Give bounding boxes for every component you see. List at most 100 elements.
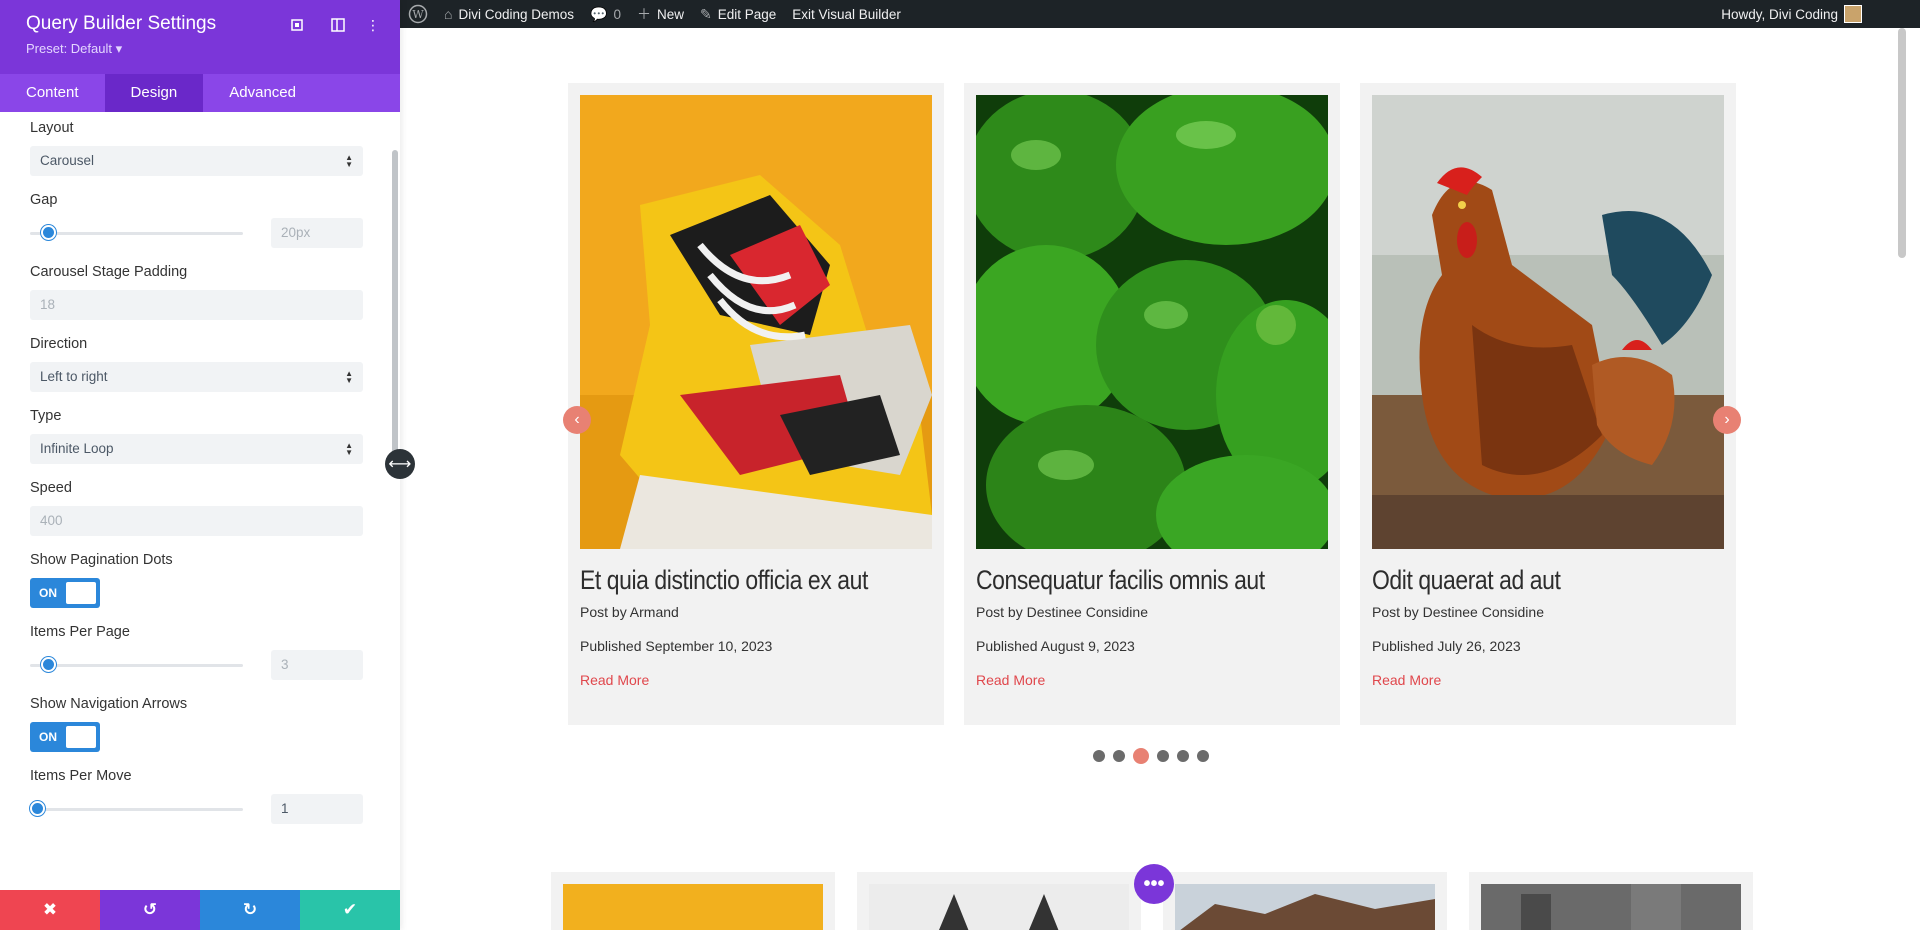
account-menu[interactable]: Howdy, Divi Coding (1713, 0, 1870, 28)
gap-input[interactable]: 20px (271, 218, 363, 248)
preset-dropdown[interactable]: Preset: Default ▾ (26, 41, 374, 57)
pagination-dots-toggle[interactable]: ON (30, 578, 100, 608)
post-card: Consequatur facilis omnis aut Post by De… (964, 83, 1340, 725)
pagination-dot-active[interactable] (1133, 748, 1149, 764)
speed-label: Speed (30, 480, 72, 496)
grid-card (857, 872, 1141, 930)
stage-padding-input[interactable]: 18 (30, 290, 363, 320)
layout-select-value: Carousel (40, 153, 95, 168)
gap-range: 20px (30, 218, 363, 248)
pencil-icon: ✎ (699, 5, 712, 22)
svg-text:W: W (412, 8, 424, 21)
post-title[interactable]: Consequatur facilis omnis aut (976, 565, 1265, 596)
pagination-dot[interactable] (1157, 750, 1169, 762)
nav-arrows-label: Show Navigation Arrows (30, 696, 188, 712)
gap-slider-track[interactable] (30, 232, 243, 235)
avatar (1844, 5, 1862, 23)
tab-content[interactable]: Content (0, 74, 105, 112)
type-select[interactable]: Infinite Loop ▲ ▼ (30, 434, 363, 464)
post-image-rooster[interactable] (1372, 95, 1724, 549)
post-image-green-peppers[interactable] (976, 95, 1328, 549)
layout-select[interactable]: Carousel ▲ ▼ (30, 146, 363, 176)
pagination-dot[interactable] (1197, 750, 1209, 762)
pagination-dot[interactable] (1177, 750, 1189, 762)
grid-card (551, 872, 835, 930)
carousel-prev-arrow[interactable]: ‹ (563, 406, 591, 434)
save-button[interactable]: ✔ (300, 890, 400, 930)
expand-icon[interactable] (286, 14, 308, 36)
post-card: Odit quaerat ad aut Post by Destinee Con… (1360, 83, 1736, 725)
post-title[interactable]: Et quia distinctio officia ex aut (580, 565, 868, 596)
more-options-icon[interactable]: ⋮ (362, 14, 384, 36)
edit-page-link[interactable]: ✎ Edit Page (692, 0, 784, 28)
discard-button[interactable]: ✖ (0, 890, 100, 930)
post-date: Published July 26, 2023 (1372, 638, 1521, 654)
carousel-next-arrow[interactable]: › (1713, 406, 1741, 434)
speed-input[interactable]: 400 (30, 506, 363, 536)
read-more-link[interactable]: Read More (580, 672, 649, 688)
type-select-value: Infinite Loop (40, 441, 114, 456)
tab-advanced[interactable]: Advanced (203, 74, 322, 112)
comments-count: 0 (613, 6, 621, 22)
pagination-dots (1093, 748, 1209, 764)
exit-builder-link[interactable]: Exit Visual Builder (784, 0, 909, 28)
select-arrows-icon: ▲ ▼ (345, 441, 353, 457)
post-card: Et quia distinctio officia ex aut Post b… (568, 83, 944, 725)
redo-button[interactable]: ↻ (200, 890, 300, 930)
items-per-move-label: Items Per Move (30, 768, 132, 784)
read-more-link[interactable]: Read More (976, 672, 1045, 688)
new-label: New (656, 6, 684, 22)
layout-label: Layout (30, 120, 74, 136)
gap-slider-thumb[interactable] (41, 225, 56, 240)
toggle-state: ON (39, 586, 57, 600)
page-scrollbar[interactable] (1898, 28, 1906, 258)
toggle-knob (66, 726, 96, 748)
comments-link[interactable]: 💬 0 (582, 0, 629, 28)
nav-arrows-toggle[interactable]: ON (30, 722, 100, 752)
post-author: Post by Destinee Considine (1372, 604, 1544, 620)
split-view-icon[interactable] (327, 14, 349, 36)
site-name-link[interactable]: ⌂ Divi Coding Demos (436, 0, 582, 28)
panel-action-bar: ✖ ↺ ↻ ✔ (0, 890, 400, 930)
type-label: Type (30, 408, 62, 424)
undo-button[interactable]: ↺ (100, 890, 200, 930)
direction-label: Direction (30, 336, 88, 352)
new-link[interactable]: ＋ New (629, 0, 692, 28)
items-per-page-input[interactable]: 3 (271, 650, 363, 680)
resize-handle-icon[interactable]: ⟷ (385, 449, 415, 479)
plus-icon: ＋ (636, 6, 651, 22)
gap-label: Gap (30, 192, 58, 208)
select-arrows-icon: ▲ ▼ (345, 153, 353, 169)
comment-icon: 💬 (590, 5, 608, 22)
items-per-move-range: 1 (30, 794, 363, 824)
items-per-page-label: Items Per Page (30, 624, 130, 640)
post-image-sneaker[interactable] (580, 95, 932, 549)
items-per-move-slider-thumb[interactable] (30, 801, 45, 816)
more-actions-button[interactable]: ••• (1134, 864, 1174, 904)
panel-scrollbar[interactable] (392, 150, 398, 460)
grid-card-image[interactable] (563, 884, 823, 930)
items-per-page-slider-thumb[interactable] (41, 657, 56, 672)
grid-card-image[interactable] (869, 884, 1129, 930)
direction-select[interactable]: Left to right ▲ ▼ (30, 362, 363, 392)
pagination-dot[interactable] (1113, 750, 1125, 762)
wordpress-logo-icon[interactable]: W (400, 0, 436, 28)
settings-panel: Query Builder Settings Preset: Default ▾… (0, 0, 400, 930)
read-more-link[interactable]: Read More (1372, 672, 1441, 688)
page-content: Et quia distinctio officia ex aut Post b… (400, 28, 1908, 930)
pagination-dots-label: Show Pagination Dots (30, 552, 173, 568)
grid-card (1469, 872, 1753, 930)
admin-bar: W ⌂ Divi Coding Demos 💬 0 ＋ New ✎ Edit P… (400, 0, 1920, 28)
items-per-page-slider-track[interactable] (30, 664, 243, 667)
panel-tabs: Content Design Advanced (0, 74, 400, 112)
pagination-dot[interactable] (1093, 750, 1105, 762)
post-author: Post by Destinee Considine (976, 604, 1148, 620)
post-title[interactable]: Odit quaerat ad aut (1372, 565, 1561, 596)
toggle-state: ON (39, 730, 57, 744)
tab-design[interactable]: Design (104, 74, 204, 112)
items-per-move-slider-track[interactable] (30, 808, 243, 811)
toggle-knob (66, 582, 96, 604)
items-per-move-input[interactable]: 1 (271, 794, 363, 824)
grid-card-image[interactable] (1481, 884, 1741, 930)
grid-card-image[interactable] (1175, 884, 1435, 930)
